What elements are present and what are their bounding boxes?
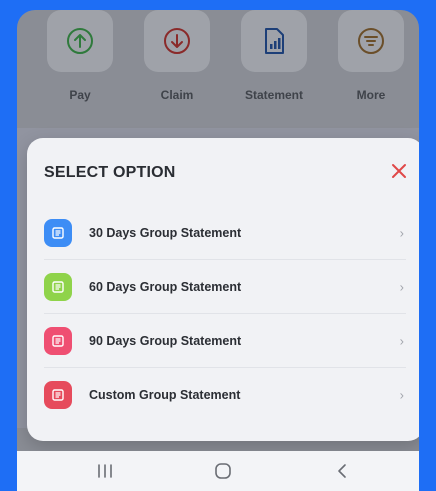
option-list: 30 Days Group Statement › 60 Days Group … (44, 206, 406, 421)
recents-icon (98, 464, 112, 478)
system-nav-bar (17, 451, 419, 491)
claim-tile[interactable] (144, 10, 210, 72)
option-label: 30 Days Group Statement (89, 225, 242, 240)
arrow-down-circle-icon (164, 28, 190, 54)
pay-tile[interactable] (47, 10, 113, 72)
app-screen: Pay Claim Statement More SELECT OPTION 3… (17, 10, 419, 491)
document-chart-icon (265, 28, 284, 54)
quick-actions-row: Pay Claim Statement More (17, 10, 419, 120)
back-icon (338, 464, 346, 478)
option-label: 60 Days Group Statement (89, 279, 242, 294)
chevron-right-icon: › (399, 333, 404, 348)
more-action[interactable]: More (338, 10, 404, 102)
recents-button[interactable] (85, 459, 125, 483)
option-90-days[interactable]: 90 Days Group Statement › (44, 314, 406, 368)
option-custom[interactable]: Custom Group Statement › (44, 368, 406, 421)
statement-action[interactable]: Statement (241, 10, 307, 102)
statement-label: Statement (244, 88, 303, 102)
pay-action[interactable]: Pay (47, 10, 113, 102)
arrow-up-circle-icon (67, 28, 93, 54)
pay-label: Pay (69, 88, 91, 102)
option-label: 90 Days Group Statement (89, 333, 242, 348)
filter-lines-icon (358, 28, 384, 54)
statement-icon (44, 218, 72, 247)
statement-icon (44, 326, 72, 355)
statement-icon (44, 272, 72, 301)
modal-title: SELECT OPTION (44, 164, 176, 181)
statement-tile[interactable] (241, 10, 307, 72)
more-tile[interactable] (338, 10, 404, 72)
select-option-modal: SELECT OPTION 30 Days Group Statement › … (27, 138, 419, 441)
claim-label: Claim (160, 88, 194, 102)
more-label: More (356, 88, 386, 102)
close-button[interactable] (388, 160, 410, 182)
chevron-right-icon: › (399, 225, 404, 240)
chevron-right-icon: › (399, 279, 404, 294)
close-icon (392, 164, 406, 178)
option-label: Custom Group Statement (89, 387, 241, 402)
option-30-days[interactable]: 30 Days Group Statement › (44, 206, 406, 260)
home-icon (215, 463, 231, 479)
back-button[interactable] (322, 459, 362, 483)
home-button[interactable] (203, 459, 243, 483)
statement-icon (44, 380, 72, 409)
claim-action[interactable]: Claim (144, 10, 210, 102)
option-60-days[interactable]: 60 Days Group Statement › (44, 260, 406, 314)
chevron-right-icon: › (399, 387, 404, 402)
